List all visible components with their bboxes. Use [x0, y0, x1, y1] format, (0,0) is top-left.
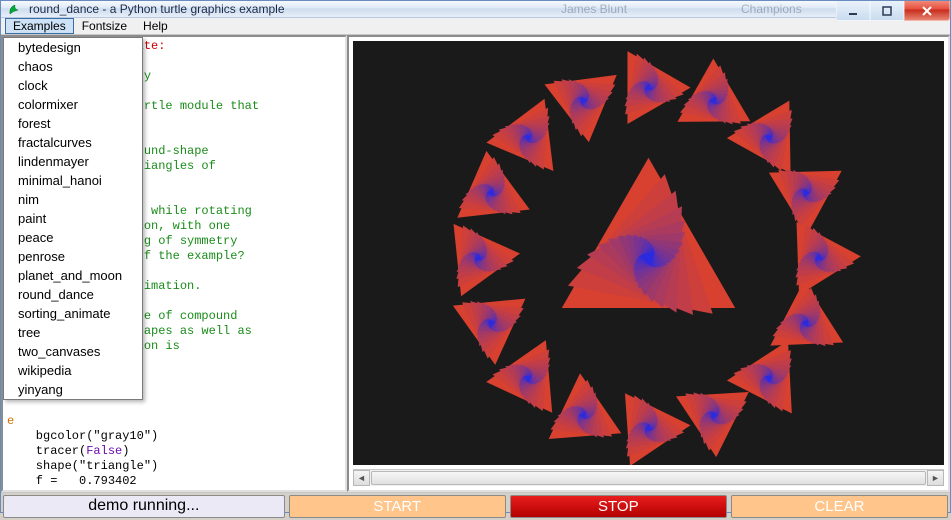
maximize-button[interactable] [870, 1, 904, 21]
examples-dropdown: bytedesignchaosclockcolormixerforestfrac… [3, 37, 143, 400]
menu-fontsize[interactable]: Fontsize [74, 18, 135, 34]
control-bar: demo running... START STOP CLEAR [1, 492, 950, 520]
examples-item-nim[interactable]: nim [4, 190, 142, 209]
window-controls [836, 1, 950, 21]
ghost-text-1: James Blunt [561, 2, 627, 16]
window-title: round_dance - a Python turtle graphics e… [29, 2, 285, 16]
examples-item-penrose[interactable]: penrose [4, 247, 142, 266]
examples-item-sorting_animate[interactable]: sorting_animate [4, 304, 142, 323]
canvas-pane: ◄ ► [347, 35, 950, 492]
examples-item-forest[interactable]: forest [4, 114, 142, 133]
examples-item-peace[interactable]: peace [4, 228, 142, 247]
examples-item-round_dance[interactable]: round_dance [4, 285, 142, 304]
examples-item-colormixer[interactable]: colormixer [4, 95, 142, 114]
examples-item-wikipedia[interactable]: wikipedia [4, 361, 142, 380]
ghost-text-2: Champions [741, 2, 802, 16]
examples-item-yinyang[interactable]: yinyang [4, 380, 142, 399]
examples-item-tree[interactable]: tree [4, 323, 142, 342]
status-label: demo running... [3, 495, 285, 518]
scroll-right-icon[interactable]: ► [927, 470, 944, 486]
canvas-h-scrollbar[interactable]: ◄ ► [353, 469, 944, 486]
stop-button[interactable]: STOP [510, 495, 727, 518]
scroll-left-icon[interactable]: ◄ [353, 470, 370, 486]
examples-item-paint[interactable]: paint [4, 209, 142, 228]
clear-button[interactable]: CLEAR [731, 495, 948, 518]
examples-item-bytedesign[interactable]: bytedesign [4, 38, 142, 57]
examples-item-lindenmayer[interactable]: lindenmayer [4, 152, 142, 171]
examples-item-clock[interactable]: clock [4, 76, 142, 95]
examples-item-planet_and_moon[interactable]: planet_and_moon [4, 266, 142, 285]
menu-help[interactable]: Help [135, 18, 176, 34]
menu-examples[interactable]: Examples [5, 18, 74, 34]
close-button[interactable] [904, 1, 950, 21]
content-area: --------- ample suite: nd_dance.py of th… [1, 35, 950, 520]
examples-item-minimal_hanoi[interactable]: minimal_hanoi [4, 171, 142, 190]
minimize-button[interactable] [836, 1, 870, 21]
turtle-canvas[interactable] [353, 41, 944, 465]
app-icon [7, 1, 23, 17]
menubar: Examples Fontsize Help [1, 18, 950, 35]
start-button[interactable]: START [289, 495, 506, 518]
examples-item-fractalcurves[interactable]: fractalcurves [4, 133, 142, 152]
titlebar: round_dance - a Python turtle graphics e… [1, 1, 950, 18]
examples-item-two_canvases[interactable]: two_canvases [4, 342, 142, 361]
examples-item-chaos[interactable]: chaos [4, 57, 142, 76]
app-window: round_dance - a Python turtle graphics e… [0, 0, 951, 513]
source-pane: --------- ample suite: nd_dance.py of th… [1, 35, 347, 492]
main-row: --------- ample suite: nd_dance.py of th… [1, 35, 950, 492]
scroll-thumb[interactable] [371, 471, 926, 485]
